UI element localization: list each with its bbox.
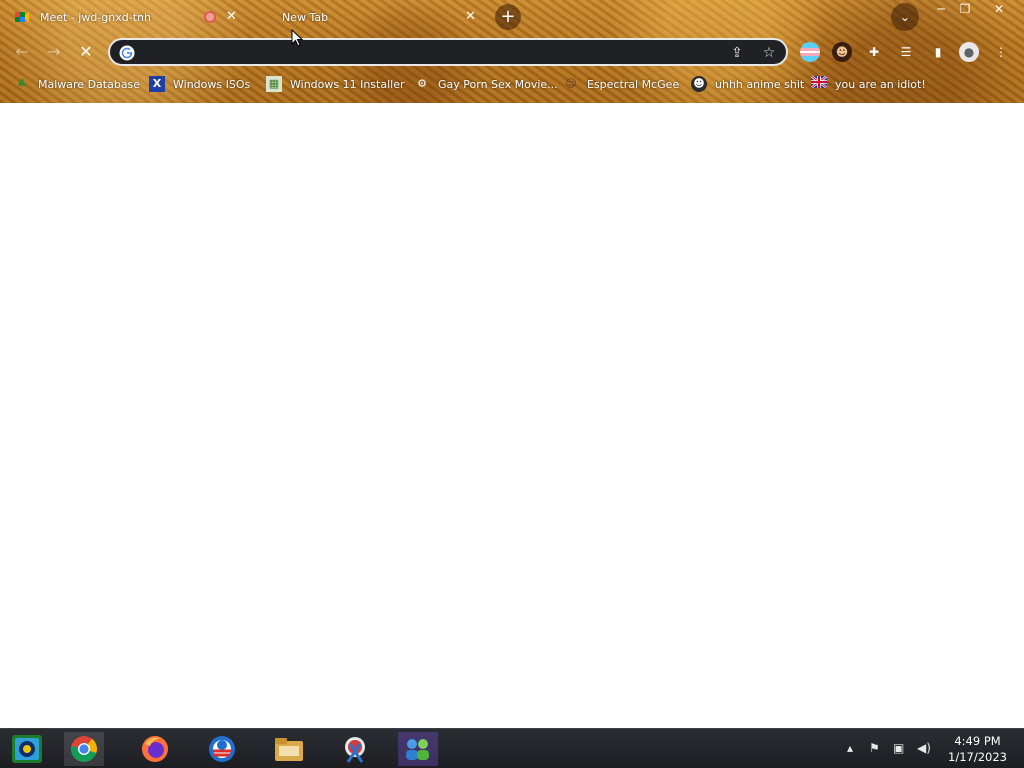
forward-button[interactable]: → [43,41,65,63]
file-explorer-taskbar-button[interactable] [269,732,309,766]
app-taskbar-button[interactable] [202,732,242,766]
bookmark-you-are-an-idiot[interactable]: you are an idiot! [810,75,926,93]
recording-indicator-icon [204,11,216,23]
users-app-taskbar-button[interactable] [398,732,438,766]
leaf-icon: ♣ [17,77,27,90]
address-input[interactable] [142,43,702,61]
robot-icon: ⚙ [417,77,427,90]
extension-flag-icon[interactable] [800,42,820,62]
close-window-button[interactable]: ✕ [986,0,1012,18]
arrow-left-icon: ← [15,42,29,61]
clock-date: 1/17/2023 [948,750,1007,764]
tab-new-tab[interactable]: New Tab ✕ [252,4,488,30]
firefox-taskbar-button[interactable] [135,732,175,766]
restore-button[interactable]: ❐ [952,0,978,18]
bookmark-malware-database[interactable]: ♣ Malware Database [14,75,140,93]
google-meet-icon [14,9,30,25]
close-icon[interactable]: ✕ [465,10,476,23]
stop-loading-button[interactable]: ✕ [75,41,97,63]
image-icon: ▦ [266,76,282,92]
star-icon[interactable]: ☆ [760,44,778,62]
firefox-icon [142,736,168,762]
address-bar[interactable]: ⇪ ☆ [108,38,788,66]
bookmark-anime[interactable]: ☻ uhhh anime shit [691,75,804,93]
x-logo-icon: X [149,76,165,92]
side-panel-icon[interactable]: ▮ [928,42,948,62]
minimize-button[interactable]: ─ [928,0,954,18]
profile-avatar-icon[interactable]: ● [959,42,979,62]
bookmark-movie-site[interactable]: ⚙ Gay Porn Sex Movie... [414,75,558,93]
arrow-right-icon: → [47,42,61,61]
face-icon: ☺ [565,77,577,90]
bookmark-windows-isos[interactable]: X Windows ISOs [149,75,250,93]
reading-list-icon[interactable]: ☰ [896,42,916,62]
page-content[interactable] [0,103,1024,728]
browser-header: Meet - jwd-gnxd-tnh ✕ New Tab ✕ + ⌄ ─ ❐ … [0,0,1024,103]
show-hidden-icons-button[interactable]: ▴ [847,741,853,755]
screen: Meet - jwd-gnxd-tnh ✕ New Tab ✕ + ⌄ ─ ❐ … [0,0,1024,768]
folder-icon [275,738,303,761]
google-icon [119,45,135,61]
extension-avatar-icon[interactable]: ☻ [832,42,852,62]
flag-icon [810,75,828,92]
clock-time: 4:49 PM [954,734,1001,748]
extensions-puzzle-icon[interactable]: ✚ [864,42,884,62]
volume-icon[interactable]: ◀) [917,741,931,755]
snipping-tool-taskbar-button[interactable] [335,732,375,766]
start-button[interactable] [7,732,47,766]
close-icon[interactable]: ✕ [226,10,237,23]
people-icon [406,739,429,760]
scissors-icon [345,737,365,763]
back-button[interactable]: ← [11,41,33,63]
anime-face-icon: ☻ [691,76,707,92]
tab-title: Meet - jwd-gnxd-tnh [40,10,151,24]
bookmark-windows-11-installer[interactable]: ▦ Windows 11 Installer [266,75,405,93]
tab-search-button[interactable]: ⌄ [891,3,919,31]
tab-title: New Tab [282,10,329,24]
chrome-icon [70,736,97,762]
start-orb-icon [12,735,42,763]
chrome-taskbar-button[interactable] [64,732,104,766]
system-clock[interactable]: 4:49 PM 1/17/2023 [948,733,1007,765]
close-icon: ✕ [79,42,93,61]
bookmark-espectral-mcgee[interactable]: ☺ Espectral McGee [563,75,679,93]
blue-circle-logo-icon [209,736,235,762]
chevron-up-icon: ▴ [847,741,854,755]
chevron-down-icon: ⌄ [899,10,911,24]
share-icon[interactable]: ⇪ [728,44,746,62]
new-tab-button[interactable]: + [495,4,521,30]
menu-kebab-icon[interactable]: ⋮ [993,42,1009,62]
tab-meet[interactable]: Meet - jwd-gnxd-tnh ✕ [14,4,244,30]
network-icon[interactable]: ▣ [893,741,904,755]
action-center-flag-icon[interactable]: ⚑ [869,741,880,755]
taskbar: ▴ ⚑ ▣ ◀) 4:49 PM 1/17/2023 [0,728,1024,768]
